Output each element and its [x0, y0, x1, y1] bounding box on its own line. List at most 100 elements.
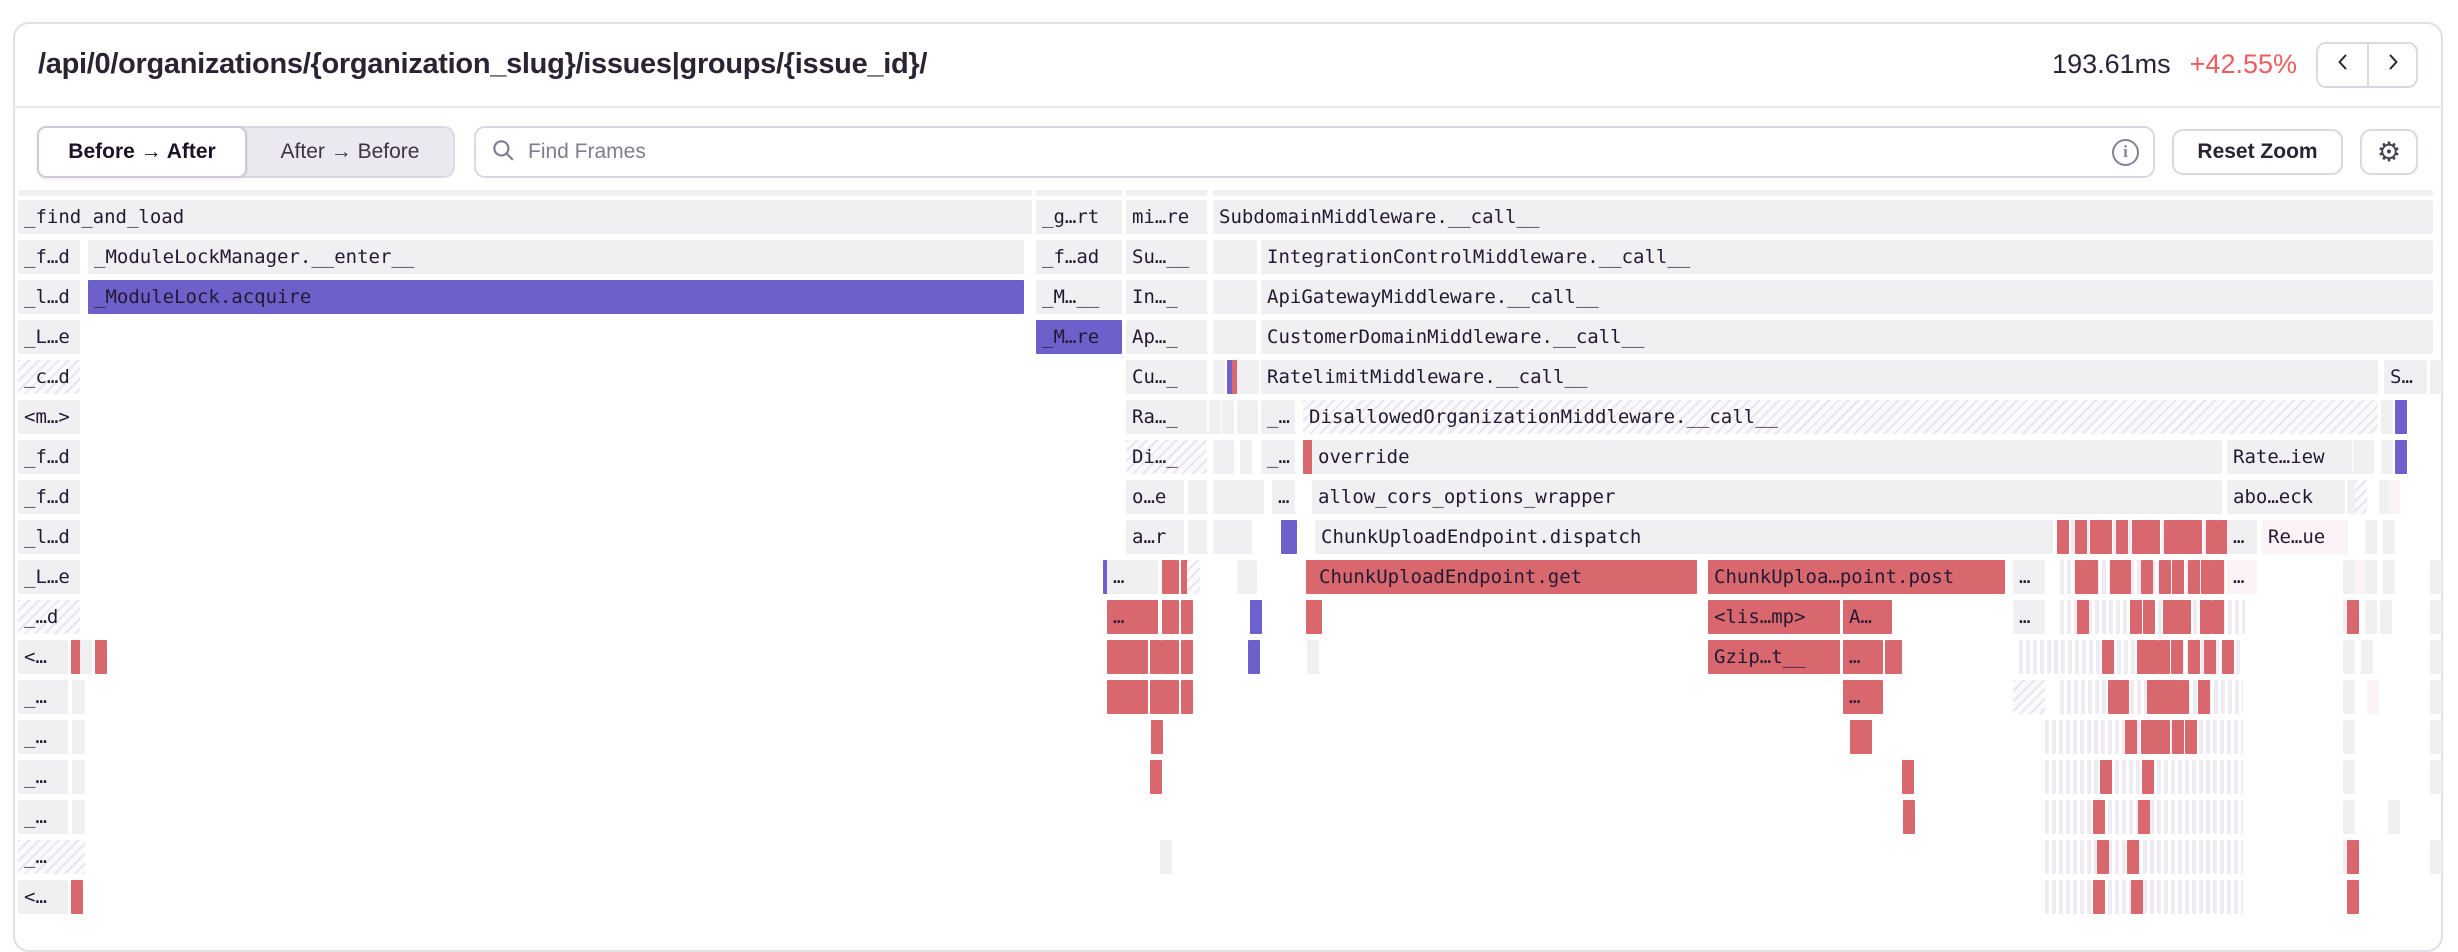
flame-frame[interactable]	[72, 800, 85, 834]
flame-frame[interactable]	[1902, 760, 1914, 794]
flame-frame[interactable]	[2365, 520, 2377, 554]
flame-frame[interactable]	[2347, 880, 2359, 914]
flame-frame[interactable]	[1281, 520, 1297, 554]
flame-frame[interactable]	[2430, 600, 2442, 634]
flame-frame[interactable]	[95, 640, 107, 674]
flame-frame[interactable]	[1181, 640, 1193, 674]
flame-frame[interactable]	[2383, 520, 2395, 554]
flame-frame[interactable]: Ap…_	[1126, 320, 1207, 354]
flame-frame[interactable]: _…	[18, 720, 68, 754]
flame-frame[interactable]	[1162, 560, 1179, 594]
flame-frame[interactable]: _…	[1261, 400, 1295, 434]
flame-frame[interactable]	[2158, 640, 2170, 674]
flame-frame[interactable]: CustomerDomainMiddleware.__call__	[1261, 320, 2433, 354]
flame-frame[interactable]: Cu…_	[1126, 360, 1207, 394]
flame-frame[interactable]	[2381, 440, 2393, 474]
flame-frame[interactable]: _M…re	[1036, 320, 1122, 354]
flame-frame[interactable]: <m…>	[18, 400, 80, 434]
flame-frame[interactable]	[2075, 520, 2087, 554]
flame-frame[interactable]: Gzip…t__	[1708, 640, 1840, 674]
flame-frame[interactable]: _…d	[18, 600, 80, 634]
flame-frame[interactable]	[72, 720, 85, 754]
flame-frame[interactable]	[1850, 720, 1872, 754]
flame-frame[interactable]: …	[2227, 520, 2257, 554]
flame-frame[interactable]	[1162, 680, 1179, 714]
flame-frame[interactable]	[1240, 440, 1252, 474]
flame-frame[interactable]	[1150, 640, 1162, 674]
toggle-after-before[interactable]: After → Before	[247, 128, 453, 176]
flame-frame[interactable]	[2144, 520, 2160, 554]
flame-frame[interactable]	[2172, 560, 2184, 594]
flame-frame[interactable]: override	[1312, 440, 2222, 474]
flame-frame[interactable]	[2355, 480, 2367, 514]
find-frames-search[interactable]: i	[474, 126, 2155, 178]
search-input[interactable]	[526, 139, 2112, 165]
flame-frame[interactable]	[2343, 720, 2355, 754]
flame-frame[interactable]	[72, 760, 85, 794]
flame-frame[interactable]	[1151, 720, 1163, 754]
flame-frame[interactable]	[2188, 640, 2200, 674]
flame-frame[interactable]: _c…d	[18, 360, 80, 394]
info-icon[interactable]: i	[2112, 139, 2139, 166]
flame-frame[interactable]: SubdomainMiddleware.__call__	[1213, 200, 2433, 234]
flame-frame[interactable]: _f…d	[18, 240, 80, 274]
flame-frame[interactable]: _find_and_load	[18, 200, 1032, 234]
flame-frame[interactable]: RatelimitMiddleware.__call__	[1261, 360, 2378, 394]
flame-frame[interactable]: A…	[1843, 600, 1892, 634]
flame-frame[interactable]	[2086, 560, 2098, 594]
flame-frame[interactable]	[2045, 840, 2243, 874]
flame-frame[interactable]: _L…e	[18, 560, 80, 594]
flame-frame[interactable]	[2179, 600, 2191, 634]
flame-frame[interactable]	[2013, 680, 2045, 714]
flame-frame[interactable]	[1307, 640, 1319, 674]
flame-frame[interactable]	[1150, 760, 1162, 794]
flame-frame[interactable]	[2138, 800, 2150, 834]
flame-frame[interactable]	[2365, 600, 2377, 634]
reset-zoom-button[interactable]: Reset Zoom	[2172, 129, 2343, 175]
flame-frame[interactable]: ChunkUploa…point.post	[1708, 560, 2005, 594]
flame-frame[interactable]: _f…d	[18, 480, 80, 514]
flame-frame[interactable]	[2343, 800, 2355, 834]
flame-frame[interactable]	[2125, 720, 2137, 754]
flame-frame[interactable]: Re…ue	[2262, 520, 2348, 554]
flame-frame[interactable]	[2206, 520, 2218, 554]
flame-frame[interactable]	[2343, 680, 2355, 714]
flame-frame[interactable]: _…	[18, 680, 68, 714]
flame-frame[interactable]	[2388, 800, 2400, 834]
flame-frame[interactable]	[1107, 640, 1148, 674]
flame-frame[interactable]	[1222, 400, 1234, 434]
flame-frame[interactable]: _…	[1261, 440, 1295, 474]
flame-frame[interactable]	[1222, 320, 1256, 354]
flame-frame[interactable]: allow_cors_options_wrapper	[1312, 480, 2222, 514]
flame-frame[interactable]: Rate…iew	[2227, 440, 2352, 474]
flame-frame[interactable]: _ModuleLock.acquire	[88, 280, 1024, 314]
flame-frame[interactable]	[2347, 600, 2359, 634]
flame-frame[interactable]: ChunkUploadEndpoint.get	[1313, 560, 1697, 594]
flame-frame[interactable]	[1231, 280, 1257, 314]
flame-frame[interactable]	[2222, 640, 2234, 674]
flame-frame[interactable]	[2367, 680, 2379, 714]
flame-frame[interactable]	[72, 680, 85, 714]
flame-frame[interactable]: ApiGatewayMiddleware.__call__	[1261, 280, 2433, 314]
flame-frame[interactable]	[2090, 520, 2112, 554]
flame-frame[interactable]	[1162, 600, 1179, 634]
flame-frame[interactable]	[2130, 600, 2142, 634]
flame-frame[interactable]	[2164, 520, 2176, 554]
flame-frame[interactable]	[1252, 480, 1264, 514]
flame-frame[interactable]: Di…_	[1126, 440, 1207, 474]
flame-frame[interactable]	[1250, 600, 1262, 634]
flame-frame[interactable]	[1188, 520, 1207, 554]
flame-frame[interactable]: mi…re	[1126, 200, 1207, 234]
flame-frame[interactable]: …	[2013, 560, 2045, 594]
flame-frame[interactable]: …	[1107, 600, 1158, 634]
flame-frame[interactable]	[1126, 190, 1207, 196]
flame-frame[interactable]: …	[1843, 680, 1883, 714]
flame-frame[interactable]: a…r	[1126, 520, 1184, 554]
flame-frame[interactable]	[2102, 640, 2114, 674]
flame-frame[interactable]	[2127, 840, 2139, 874]
flame-frame[interactable]	[2383, 560, 2395, 594]
flame-frame[interactable]	[2362, 440, 2374, 474]
flame-frame[interactable]	[2343, 640, 2355, 674]
flame-frame[interactable]: _l…d	[18, 280, 80, 314]
flame-frame[interactable]: …	[1107, 560, 1158, 594]
